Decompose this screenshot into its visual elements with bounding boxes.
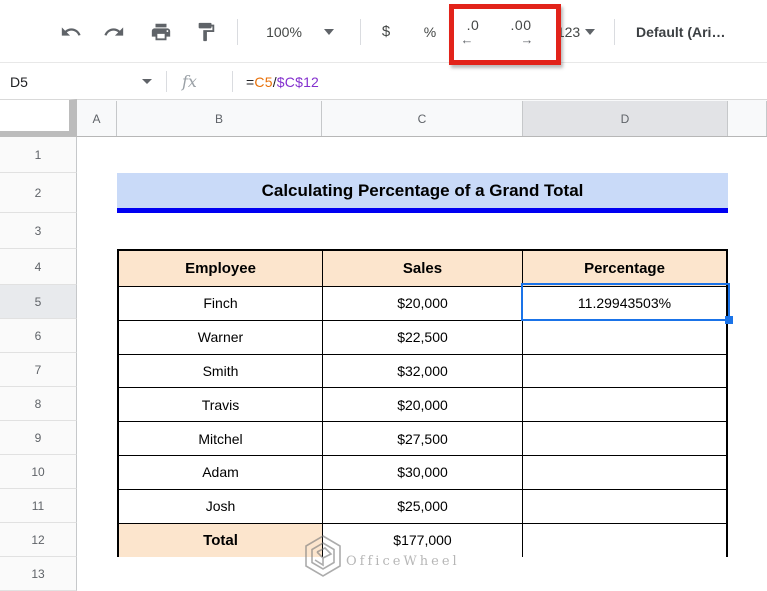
column-header-C[interactable]: C	[322, 101, 523, 136]
cell-D11[interactable]	[523, 489, 726, 524]
formula-bar-divider	[232, 71, 233, 92]
column-header-stub[interactable]	[728, 101, 767, 136]
font-select[interactable]: Default (Ari…	[636, 0, 767, 63]
paint-format-icon	[198, 22, 215, 41]
decrease-decimal-button[interactable]: .0 ←	[455, 0, 491, 63]
toolbar-divider	[360, 19, 361, 45]
row-header-1[interactable]: 1	[0, 137, 77, 173]
decrease-decimal-label: .0	[466, 16, 480, 33]
cell-B4[interactable]: Employee	[119, 251, 323, 287]
chevron-down-icon	[142, 79, 152, 84]
chevron-down-icon	[585, 28, 596, 35]
column-headers: ABCD	[0, 99, 767, 137]
row-header-6[interactable]: 6	[0, 319, 77, 353]
cell-D5[interactable]: 11.29943503%	[523, 287, 726, 321]
row-header-13[interactable]: 13	[0, 557, 77, 591]
sheet-title-cell[interactable]: Calculating Percentage of a Grand Total	[117, 173, 728, 213]
formula-token: =	[246, 73, 255, 90]
row-header-11[interactable]: 11	[0, 489, 77, 523]
more-formats-label: 123	[556, 23, 581, 40]
row-header-12[interactable]: 12	[0, 523, 77, 557]
cell-B8[interactable]: Travis	[119, 388, 323, 423]
cell-D6[interactable]	[523, 320, 726, 355]
format-percent-button[interactable]: %	[415, 0, 445, 63]
row-header-9[interactable]: 9	[0, 421, 77, 455]
cell-C12[interactable]: $177,000	[323, 523, 523, 558]
cell-D8[interactable]	[523, 388, 726, 423]
undo-button[interactable]	[56, 0, 86, 63]
column-header-B[interactable]: B	[117, 101, 322, 136]
cell-D4[interactable]: Percentage	[523, 251, 726, 287]
print-icon	[151, 23, 171, 40]
formula-bar-divider	[166, 71, 167, 92]
cell-C4[interactable]: Sales	[323, 251, 523, 287]
row-header-4[interactable]: 4	[0, 249, 77, 285]
select-all-corner[interactable]	[0, 99, 77, 137]
row-header-2[interactable]: 2	[0, 173, 77, 213]
row-header-5[interactable]: 5	[0, 285, 77, 319]
row-header-10[interactable]: 10	[0, 455, 77, 489]
redo-button[interactable]	[99, 0, 129, 63]
fx-icon: fx	[182, 72, 197, 91]
spreadsheet-app: 100% $ % .0 ← .00 → 123 Default (Ari… D5…	[0, 0, 767, 591]
column-header-A[interactable]: A	[77, 101, 117, 136]
toolbar-divider	[237, 19, 238, 45]
name-box-dropdown[interactable]	[142, 64, 152, 99]
cell-C7[interactable]: $32,000	[323, 354, 523, 389]
row-header-3[interactable]: 3	[0, 213, 77, 249]
formula-token: $C$12	[276, 73, 320, 90]
chevron-down-icon	[323, 28, 334, 35]
print-button[interactable]	[146, 0, 176, 63]
formula-input[interactable]: = C5/$C$12	[246, 64, 319, 99]
formula-token: C5	[254, 73, 273, 90]
cell-D10[interactable]	[523, 455, 726, 490]
cell-B12[interactable]: Total	[119, 523, 323, 558]
cell-B9[interactable]: Mitchel	[119, 422, 323, 456]
cell-D7[interactable]	[523, 354, 726, 389]
cell-C9[interactable]: $27,500	[323, 422, 523, 456]
zoom-select[interactable]: 100%	[250, 0, 350, 63]
cell-B10[interactable]: Adam	[119, 455, 323, 490]
toolbar-divider	[614, 19, 615, 45]
cell-B5[interactable]: Finch	[119, 287, 323, 321]
formula-bar: D5 fx = C5/$C$12	[0, 64, 767, 99]
increase-decimal-button[interactable]: .00 →	[501, 0, 541, 63]
zoom-value: 100%	[266, 23, 302, 40]
cell-C8[interactable]: $20,000	[323, 388, 523, 423]
format-currency-button[interactable]: $	[372, 0, 400, 63]
column-header-D[interactable]: D	[523, 101, 728, 136]
cell-C6[interactable]: $22,500	[323, 320, 523, 355]
arrow-left-icon: ←	[460, 31, 474, 47]
fill-handle[interactable]	[725, 316, 733, 324]
undo-icon	[61, 26, 81, 36]
cell-C11[interactable]: $25,000	[323, 489, 523, 524]
paint-format-button[interactable]	[191, 0, 221, 63]
more-formats-button[interactable]: 123	[550, 0, 602, 63]
toolbar: 100% $ % .0 ← .00 → 123 Default (Ari…	[0, 0, 767, 63]
cell-D9[interactable]	[523, 422, 726, 456]
cell-C5[interactable]: $20,000	[323, 287, 523, 321]
cell-C10[interactable]: $30,000	[323, 455, 523, 490]
cell-B7[interactable]: Smith	[119, 354, 323, 389]
row-header-7[interactable]: 7	[0, 353, 77, 387]
cell-B6[interactable]: Warner	[119, 320, 323, 355]
data-table: Employee Sales Percentage Finch $20,000 11.29…	[117, 249, 728, 558]
increase-decimal-label: .00	[510, 16, 532, 33]
name-box[interactable]: D5	[10, 64, 28, 99]
cell-B11[interactable]: Josh	[119, 489, 323, 524]
cell-D12[interactable]	[523, 523, 726, 558]
row-header-8[interactable]: 8	[0, 387, 77, 421]
arrow-right-icon: →	[520, 31, 534, 47]
redo-icon	[104, 26, 124, 36]
